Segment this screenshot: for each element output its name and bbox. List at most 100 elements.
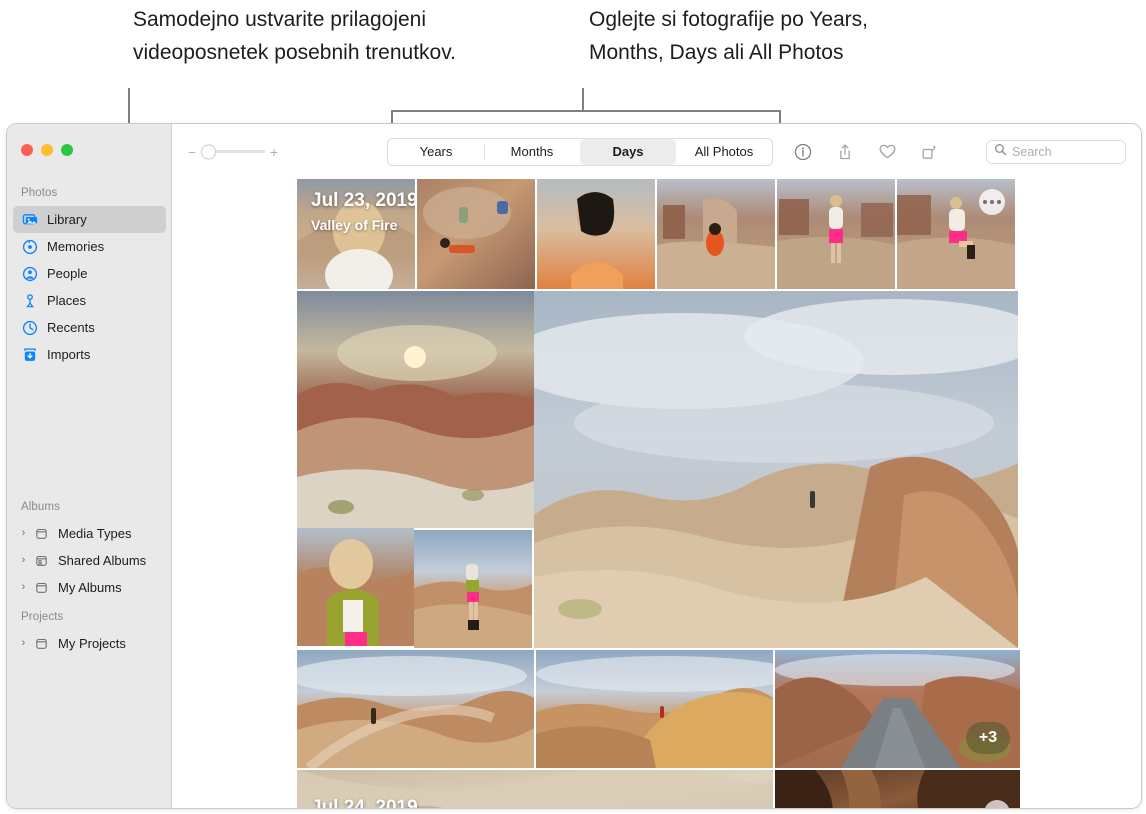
toolbar: − + Years Months Days All Photos xyxy=(172,124,1141,179)
sidebar-item-recents[interactable]: Recents xyxy=(13,314,166,341)
grid-row: Jul 24, 2019 xyxy=(297,770,1020,808)
search-placeholder: Search xyxy=(1012,145,1052,159)
overflow-count-badge[interactable]: +3 xyxy=(966,722,1010,754)
tab-years[interactable]: Years xyxy=(388,139,484,165)
sidebar-section-title-photos: Photos xyxy=(7,187,57,199)
photo-column xyxy=(297,291,534,648)
recents-icon xyxy=(21,319,39,337)
imports-icon xyxy=(21,346,39,364)
grid-row: +3 xyxy=(297,650,1020,768)
photo-cell[interactable] xyxy=(297,528,414,646)
album-icon xyxy=(32,635,50,653)
tab-months[interactable]: Months xyxy=(484,139,580,165)
callout-right-text: Oglejte si fotografije po Years, Months,… xyxy=(589,3,919,69)
favorite-heart-icon[interactable] xyxy=(876,141,898,163)
sidebar-item-label-places: Places xyxy=(47,293,86,308)
chevron-right-icon[interactable]: › xyxy=(18,555,29,566)
sidebar-item-label-media-types: Media Types xyxy=(58,526,131,541)
sidebar-item-label-imports: Imports xyxy=(47,347,90,362)
callout-right-bracket-top xyxy=(391,110,781,112)
photo-cell[interactable] xyxy=(297,650,534,768)
sidebar-item-memories[interactable]: Memories xyxy=(13,233,166,260)
sidebar-item-my-albums[interactable]: › My Albums xyxy=(13,574,166,601)
sidebar-item-media-types[interactable]: › Media Types xyxy=(13,520,166,547)
sidebar-item-label-shared-albums: Shared Albums xyxy=(58,553,146,568)
sidebar-item-label-memories: Memories xyxy=(47,239,104,254)
photo-cell[interactable] xyxy=(897,179,1015,289)
sidebar-list-projects: › My Projects xyxy=(7,630,172,657)
grid-row: Jul 23, 2019 Valley of Fire xyxy=(297,179,1020,289)
photo-cell[interactable] xyxy=(777,179,895,289)
sidebar-item-people[interactable]: People xyxy=(13,260,166,287)
album-icon xyxy=(32,579,50,597)
chevron-right-icon[interactable]: › xyxy=(18,582,29,593)
sidebar-item-label-library: Library xyxy=(47,212,87,227)
sidebar-item-label-people: People xyxy=(47,266,87,281)
sidebar-item-my-projects[interactable]: › My Projects xyxy=(13,630,166,657)
rotate-icon[interactable] xyxy=(918,141,940,163)
zoom-slider-track[interactable] xyxy=(201,150,265,153)
sidebar-item-imports[interactable]: Imports xyxy=(13,341,166,368)
album-icon xyxy=(32,525,50,543)
zoom-slider-knob[interactable] xyxy=(201,144,216,159)
zoom-out-button[interactable]: − xyxy=(187,145,197,159)
callout-right-bracket-right xyxy=(779,110,781,124)
share-icon[interactable] xyxy=(834,141,856,163)
photos-app-window: Photos Library xyxy=(6,123,1142,809)
sidebar-section-title-projects: Projects xyxy=(7,611,63,623)
day-more-options-button[interactable] xyxy=(979,189,1005,215)
photo-cell[interactable] xyxy=(536,650,773,768)
tab-all-photos[interactable]: All Photos xyxy=(676,139,772,165)
photo-cell[interactable] xyxy=(657,179,775,289)
sidebar-item-shared-albums[interactable]: › Shared Albums xyxy=(13,547,166,574)
search-icon xyxy=(994,143,1007,161)
zoom-slider[interactable]: − + xyxy=(187,145,279,159)
people-icon xyxy=(21,265,39,283)
window-controls xyxy=(21,144,73,156)
dot xyxy=(983,200,987,204)
photo-cell[interactable]: Jul 24, 2019 xyxy=(297,770,773,808)
callout-right-bracket-left xyxy=(391,110,393,124)
minimize-button[interactable] xyxy=(41,144,53,156)
toolbar-icon-group xyxy=(792,141,940,163)
library-icon xyxy=(21,211,39,229)
info-icon[interactable] xyxy=(792,141,814,163)
sidebar-item-label-recents: Recents xyxy=(47,320,95,335)
sidebar-item-label-my-projects: My Projects xyxy=(58,636,126,651)
sidebar-list-albums: › Media Types › xyxy=(7,520,172,601)
photo-cell[interactable] xyxy=(775,770,1020,808)
photo-cell-hero[interactable] xyxy=(534,291,1018,648)
memories-icon xyxy=(21,238,39,256)
zoom-button[interactable] xyxy=(61,144,73,156)
shared-album-icon xyxy=(32,552,50,570)
dot xyxy=(997,200,1001,204)
search-field[interactable]: Search xyxy=(986,140,1126,164)
sidebar: Photos Library xyxy=(7,124,172,808)
places-icon xyxy=(21,292,39,310)
photo-grid-scroll-area[interactable]: Jul 23, 2019 Valley of Fire xyxy=(172,179,1141,808)
sidebar-item-label-my-albums: My Albums xyxy=(58,580,122,595)
sidebar-item-places[interactable]: Places xyxy=(13,287,166,314)
sidebar-item-library[interactable]: Library xyxy=(13,206,166,233)
zoom-in-button[interactable]: + xyxy=(269,145,279,159)
photo-cell[interactable]: +3 xyxy=(775,650,1020,768)
photo-grid: Jul 23, 2019 Valley of Fire xyxy=(297,179,1020,808)
main-pane: − + Years Months Days All Photos xyxy=(172,124,1141,808)
photo-cell[interactable]: Jul 23, 2019 Valley of Fire xyxy=(297,179,415,289)
photo-cell[interactable] xyxy=(414,530,532,648)
chevron-right-icon[interactable]: › xyxy=(18,638,29,649)
photo-subrow xyxy=(297,528,534,648)
photo-cell[interactable] xyxy=(417,179,535,289)
callout-left-text: Samodejno ustvarite prilagojeni videopos… xyxy=(133,3,493,69)
sidebar-section-title-albums: Albums xyxy=(7,501,60,513)
tab-days[interactable]: Days xyxy=(580,139,676,165)
close-button[interactable] xyxy=(21,144,33,156)
screenshot-root: Samodejno ustvarite prilagojeni videopos… xyxy=(0,0,1146,814)
chevron-right-icon[interactable]: › xyxy=(18,528,29,539)
grid-row xyxy=(297,291,1020,648)
photo-cell[interactable] xyxy=(297,291,534,528)
sidebar-list-photos: Library Memories xyxy=(7,206,172,368)
view-mode-tabs: Years Months Days All Photos xyxy=(387,138,773,166)
dot xyxy=(990,200,994,204)
photo-cell[interactable] xyxy=(537,179,655,289)
